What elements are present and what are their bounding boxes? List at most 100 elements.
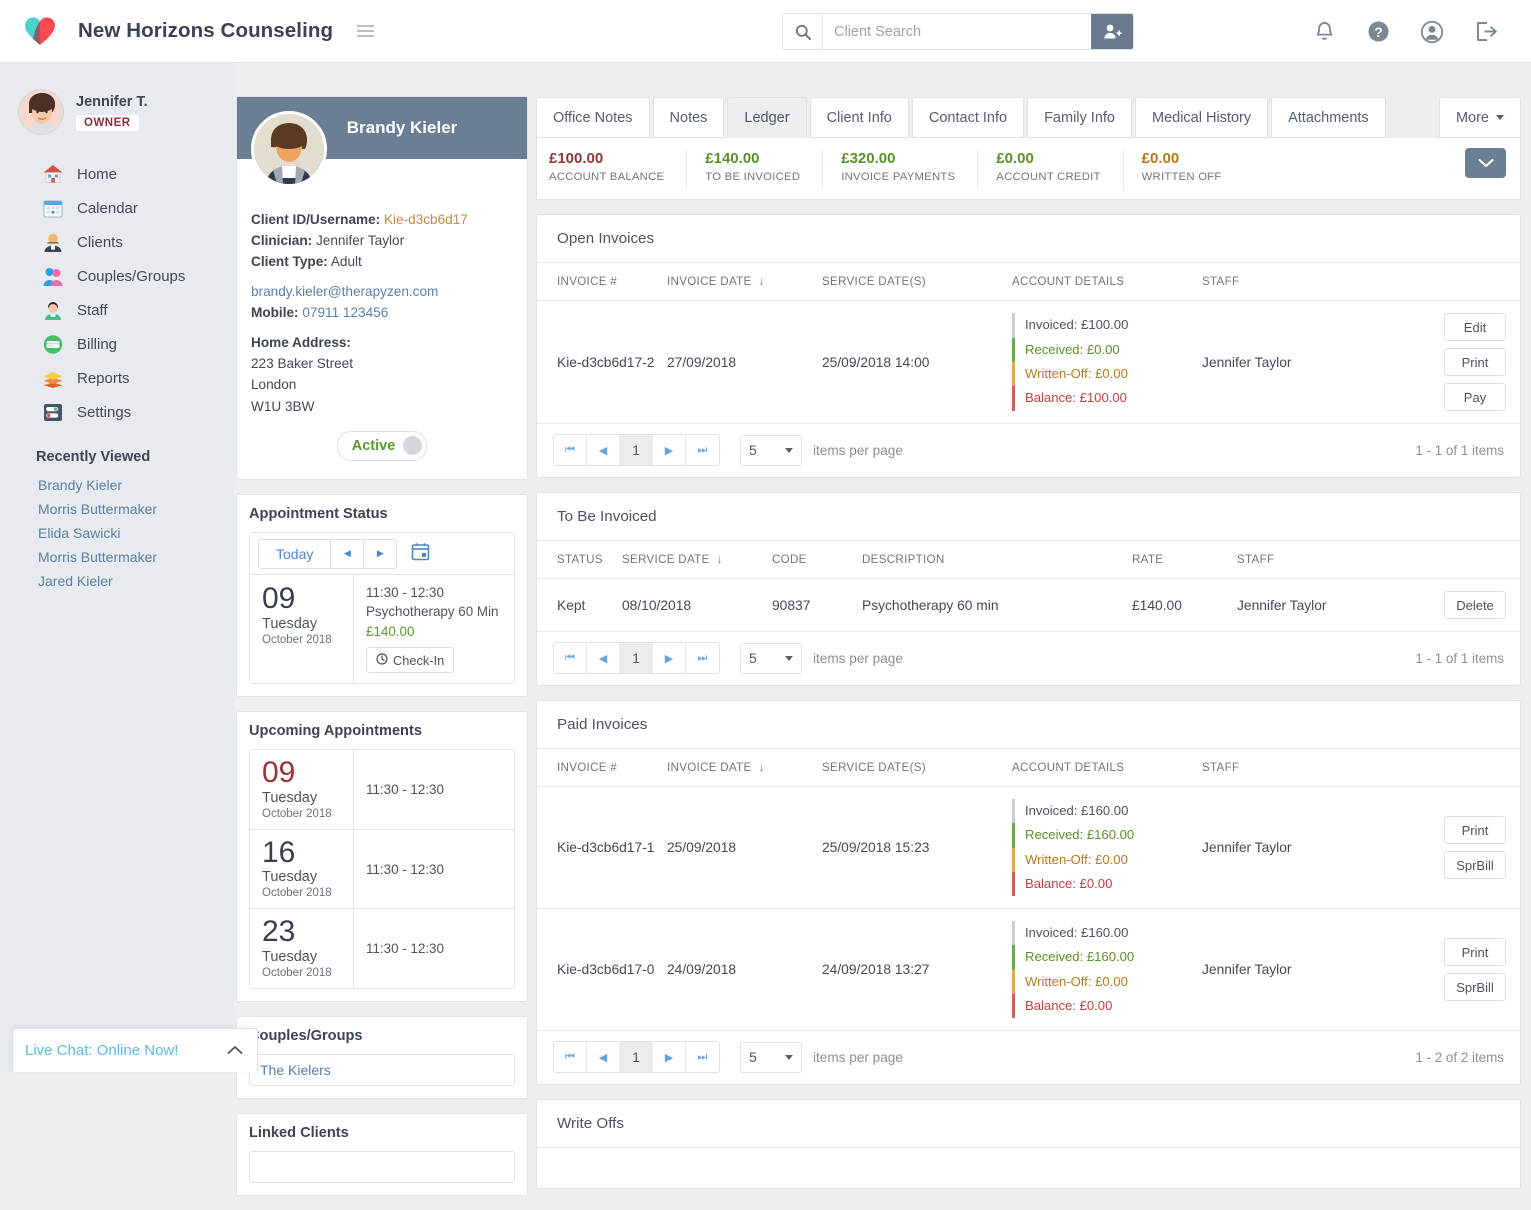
live-chat-widget[interactable]: Live Chat: Online Now! bbox=[12, 1028, 258, 1072]
help-icon[interactable]: ? bbox=[1363, 17, 1393, 47]
sidebar-item-settings[interactable]: Settings bbox=[0, 395, 234, 429]
sidebar-item-staff[interactable]: Staff bbox=[0, 293, 234, 327]
last-page-icon[interactable]: ⏭ bbox=[686, 1042, 719, 1072]
check-in-button[interactable]: Check-In bbox=[366, 647, 454, 673]
tab-attachments[interactable]: Attachments bbox=[1271, 97, 1386, 138]
sprbill-button[interactable]: SprBill bbox=[1444, 851, 1506, 879]
account-icon[interactable] bbox=[1417, 17, 1447, 47]
arrow-right-icon[interactable]: ▶ bbox=[364, 539, 397, 569]
items-per-page-select[interactable]: 5 bbox=[740, 1042, 802, 1073]
col-account-details[interactable]: ACCOUNT DETAILS bbox=[1012, 263, 1202, 301]
prev-page-icon[interactable]: ◀ bbox=[587, 435, 620, 465]
sidebar-item-billing[interactable]: Billing bbox=[0, 327, 234, 361]
search-input[interactable] bbox=[823, 14, 1091, 49]
couples-groups-value[interactable]: The Kielers bbox=[249, 1054, 515, 1086]
tab-ledger[interactable]: Ledger bbox=[727, 97, 806, 138]
tab-medical-history[interactable]: Medical History bbox=[1135, 97, 1268, 138]
col-account-details[interactable]: ACCOUNT DETAILS bbox=[1012, 749, 1202, 787]
first-page-icon[interactable]: ⏮ bbox=[554, 1042, 587, 1072]
current-page[interactable]: 1 bbox=[620, 1042, 653, 1072]
next-page-icon[interactable]: ▶ bbox=[653, 643, 686, 673]
col-invoice-date[interactable]: INVOICE DATE↓ bbox=[667, 263, 822, 301]
col-invoice-number[interactable]: INVOICE # bbox=[537, 749, 667, 787]
logout-icon[interactable] bbox=[1471, 17, 1501, 47]
pay-button[interactable]: Pay bbox=[1444, 383, 1506, 411]
status-toggle[interactable]: Active bbox=[337, 431, 428, 461]
calendar-picker-icon[interactable] bbox=[411, 542, 430, 566]
col-description[interactable]: DESCRIPTION bbox=[862, 541, 1132, 579]
last-page-icon[interactable]: ⏭ bbox=[686, 435, 719, 465]
col-service-dates[interactable]: SERVICE DATE(S) bbox=[822, 749, 1012, 787]
print-button[interactable]: Print bbox=[1444, 816, 1506, 844]
col-staff[interactable]: STAFF bbox=[1237, 541, 1347, 579]
prev-page-icon[interactable]: ◀ bbox=[587, 643, 620, 673]
sidebar-item-reports[interactable]: Reports bbox=[0, 361, 234, 395]
next-page-icon[interactable]: ▶ bbox=[653, 1042, 686, 1072]
sprbill-button[interactable]: SprBill bbox=[1444, 973, 1506, 1001]
col-code[interactable]: CODE bbox=[772, 541, 862, 579]
col-invoice-number[interactable]: INVOICE # bbox=[537, 263, 667, 301]
list-item[interactable]: 16 Tuesday October 2018 11:30 - 12:30 bbox=[250, 830, 514, 910]
list-item[interactable]: Morris Buttermaker bbox=[0, 501, 234, 525]
collapse-stats-button[interactable] bbox=[1465, 148, 1506, 178]
next-page-icon[interactable]: ▶ bbox=[653, 435, 686, 465]
list-item[interactable]: 23 Tuesday October 2018 11:30 - 12:30 bbox=[250, 909, 514, 988]
col-staff[interactable]: STAFF bbox=[1202, 749, 1352, 787]
list-item[interactable]: Jared Kieler bbox=[0, 573, 234, 597]
current-page[interactable]: 1 bbox=[620, 435, 653, 465]
cell-account-details: Invoiced: £100.00 Received: £0.00 Writte… bbox=[1012, 301, 1202, 424]
received-line: Received: £0.00 bbox=[1012, 338, 1202, 362]
tab-family-info[interactable]: Family Info bbox=[1027, 97, 1132, 138]
list-item[interactable]: 09 Tuesday October 2018 11:30 - 12:30 bbox=[250, 750, 514, 830]
live-chat-label[interactable]: Live Chat: Online Now! bbox=[25, 1042, 178, 1059]
sidebar-item-home[interactable]: Home bbox=[0, 157, 234, 191]
notifications-icon[interactable] bbox=[1309, 17, 1339, 47]
col-staff[interactable]: STAFF bbox=[1202, 263, 1352, 301]
sidebar-item-couples-groups[interactable]: Couples/Groups bbox=[0, 259, 234, 293]
list-item[interactable]: Elida Sawicki bbox=[0, 525, 234, 549]
client-photo[interactable] bbox=[251, 111, 327, 187]
current-page[interactable]: 1 bbox=[620, 643, 653, 673]
hamburger-icon[interactable] bbox=[355, 21, 376, 41]
linked-clients-value[interactable] bbox=[249, 1151, 515, 1183]
sidebar-user[interactable]: Jennifer T. OWNER bbox=[0, 63, 234, 135]
items-per-page-select[interactable]: 5 bbox=[740, 643, 802, 674]
tab-contact-info[interactable]: Contact Info bbox=[912, 97, 1024, 138]
print-button[interactable]: Print bbox=[1444, 938, 1506, 966]
avatar bbox=[18, 89, 64, 135]
tab-notes[interactable]: Notes bbox=[653, 97, 725, 138]
col-invoice-date[interactable]: INVOICE DATE↓ bbox=[667, 749, 822, 787]
list-item[interactable]: Brandy Kieler bbox=[0, 477, 234, 501]
chevron-up-icon[interactable] bbox=[227, 1042, 243, 1060]
cell-rate: £140.00 bbox=[1132, 579, 1237, 632]
col-status[interactable]: STATUS bbox=[537, 541, 622, 579]
last-page-icon[interactable]: ⏭ bbox=[686, 643, 719, 673]
col-rate[interactable]: RATE bbox=[1132, 541, 1237, 579]
heart-logo[interactable] bbox=[18, 11, 62, 51]
add-client-icon[interactable] bbox=[1091, 14, 1133, 49]
list-item[interactable]: Morris Buttermaker bbox=[0, 549, 234, 573]
tab-office-notes[interactable]: Office Notes bbox=[536, 97, 650, 138]
col-service-dates[interactable]: SERVICE DATE(S) bbox=[822, 263, 1012, 301]
paid-invoices-pager: ⏮ ◀ 1 ▶ ⏭ 5 items per page 1 - 2 of 2 it… bbox=[537, 1030, 1520, 1084]
delete-button[interactable]: Delete bbox=[1444, 591, 1506, 619]
prev-page-icon[interactable]: ◀ bbox=[587, 1042, 620, 1072]
tab-more[interactable]: More bbox=[1439, 97, 1521, 138]
sidebar-item-clients[interactable]: Clients bbox=[0, 225, 234, 259]
tab-client-info[interactable]: Client Info bbox=[810, 97, 909, 138]
first-page-icon[interactable]: ⏮ bbox=[554, 643, 587, 673]
today-button[interactable]: Today bbox=[258, 539, 331, 569]
client-email[interactable]: brandy.kieler@therapyzen.com bbox=[251, 281, 513, 302]
received-line: Received: £160.00 bbox=[1012, 945, 1202, 969]
print-button[interactable]: Print bbox=[1444, 348, 1506, 376]
col-service-date[interactable]: SERVICE DATE↓ bbox=[622, 541, 772, 579]
sidebar-item-calendar[interactable]: Calendar bbox=[0, 191, 234, 225]
edit-button[interactable]: Edit bbox=[1444, 313, 1506, 341]
stat-value: £140.00 bbox=[705, 149, 800, 169]
appointment-price: £140.00 bbox=[366, 622, 504, 641]
items-per-page-select[interactable]: 5 bbox=[740, 435, 802, 466]
client-id-value[interactable]: Kie-d3cb6d17 bbox=[384, 212, 468, 227]
arrow-left-icon[interactable]: ◀ bbox=[331, 539, 364, 569]
first-page-icon[interactable]: ⏮ bbox=[554, 435, 587, 465]
mobile-value[interactable]: 07911 123456 bbox=[302, 305, 388, 320]
